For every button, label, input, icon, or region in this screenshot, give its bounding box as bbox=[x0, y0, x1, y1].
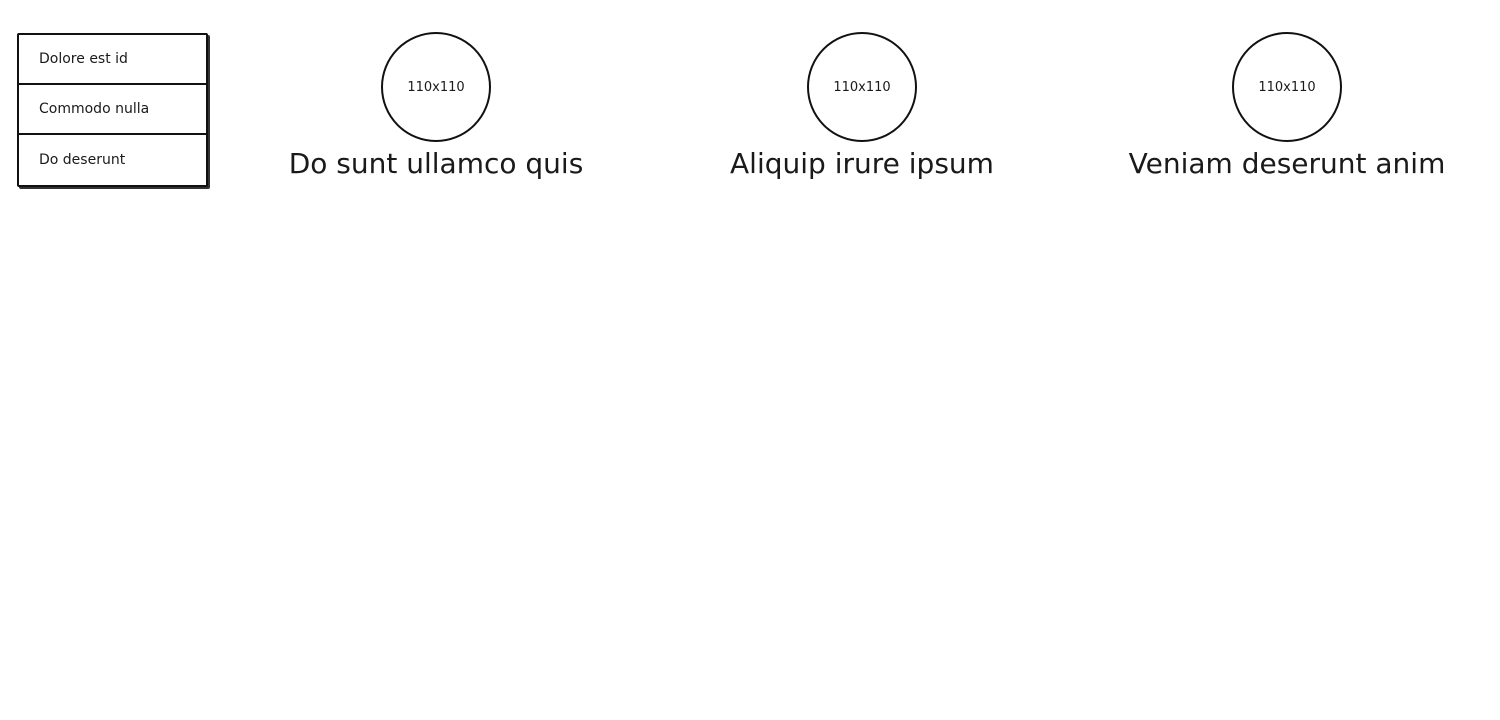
card-title: Do sunt ullamco quis bbox=[288, 147, 584, 180]
card: 110x110 Veniam deserunt anim bbox=[1097, 32, 1477, 182]
menu-item-label: Do deserunt bbox=[39, 152, 126, 168]
card: 110x110 Aliquip irure ipsum bbox=[672, 32, 1052, 182]
menu-item-dolore-est-id[interactable]: Dolore est id bbox=[19, 35, 206, 85]
image-placeholder: 110x110 bbox=[381, 32, 491, 142]
sidebar-menu: Dolore est id Commodo nulla Do deserunt bbox=[17, 33, 208, 187]
image-placeholder: 110x110 bbox=[807, 32, 917, 142]
image-placeholder-label: 110x110 bbox=[1258, 79, 1316, 95]
page: Dolore est id Commodo nulla Do deserunt … bbox=[0, 0, 1500, 720]
image-placeholder-label: 110x110 bbox=[833, 79, 891, 95]
image-placeholder: 110x110 bbox=[1232, 32, 1342, 142]
menu-item-do-deserunt[interactable]: Do deserunt bbox=[19, 135, 206, 185]
card-title: Veniam deserunt anim bbox=[1128, 147, 1446, 180]
card-title: Aliquip irure ipsum bbox=[730, 147, 994, 180]
menu-item-commodo-nulla[interactable]: Commodo nulla bbox=[19, 85, 206, 135]
menu-item-label: Commodo nulla bbox=[39, 101, 150, 117]
image-placeholder-label: 110x110 bbox=[407, 79, 465, 95]
card: 110x110 Do sunt ullamco quis bbox=[246, 32, 626, 182]
menu-item-label: Dolore est id bbox=[39, 51, 128, 67]
